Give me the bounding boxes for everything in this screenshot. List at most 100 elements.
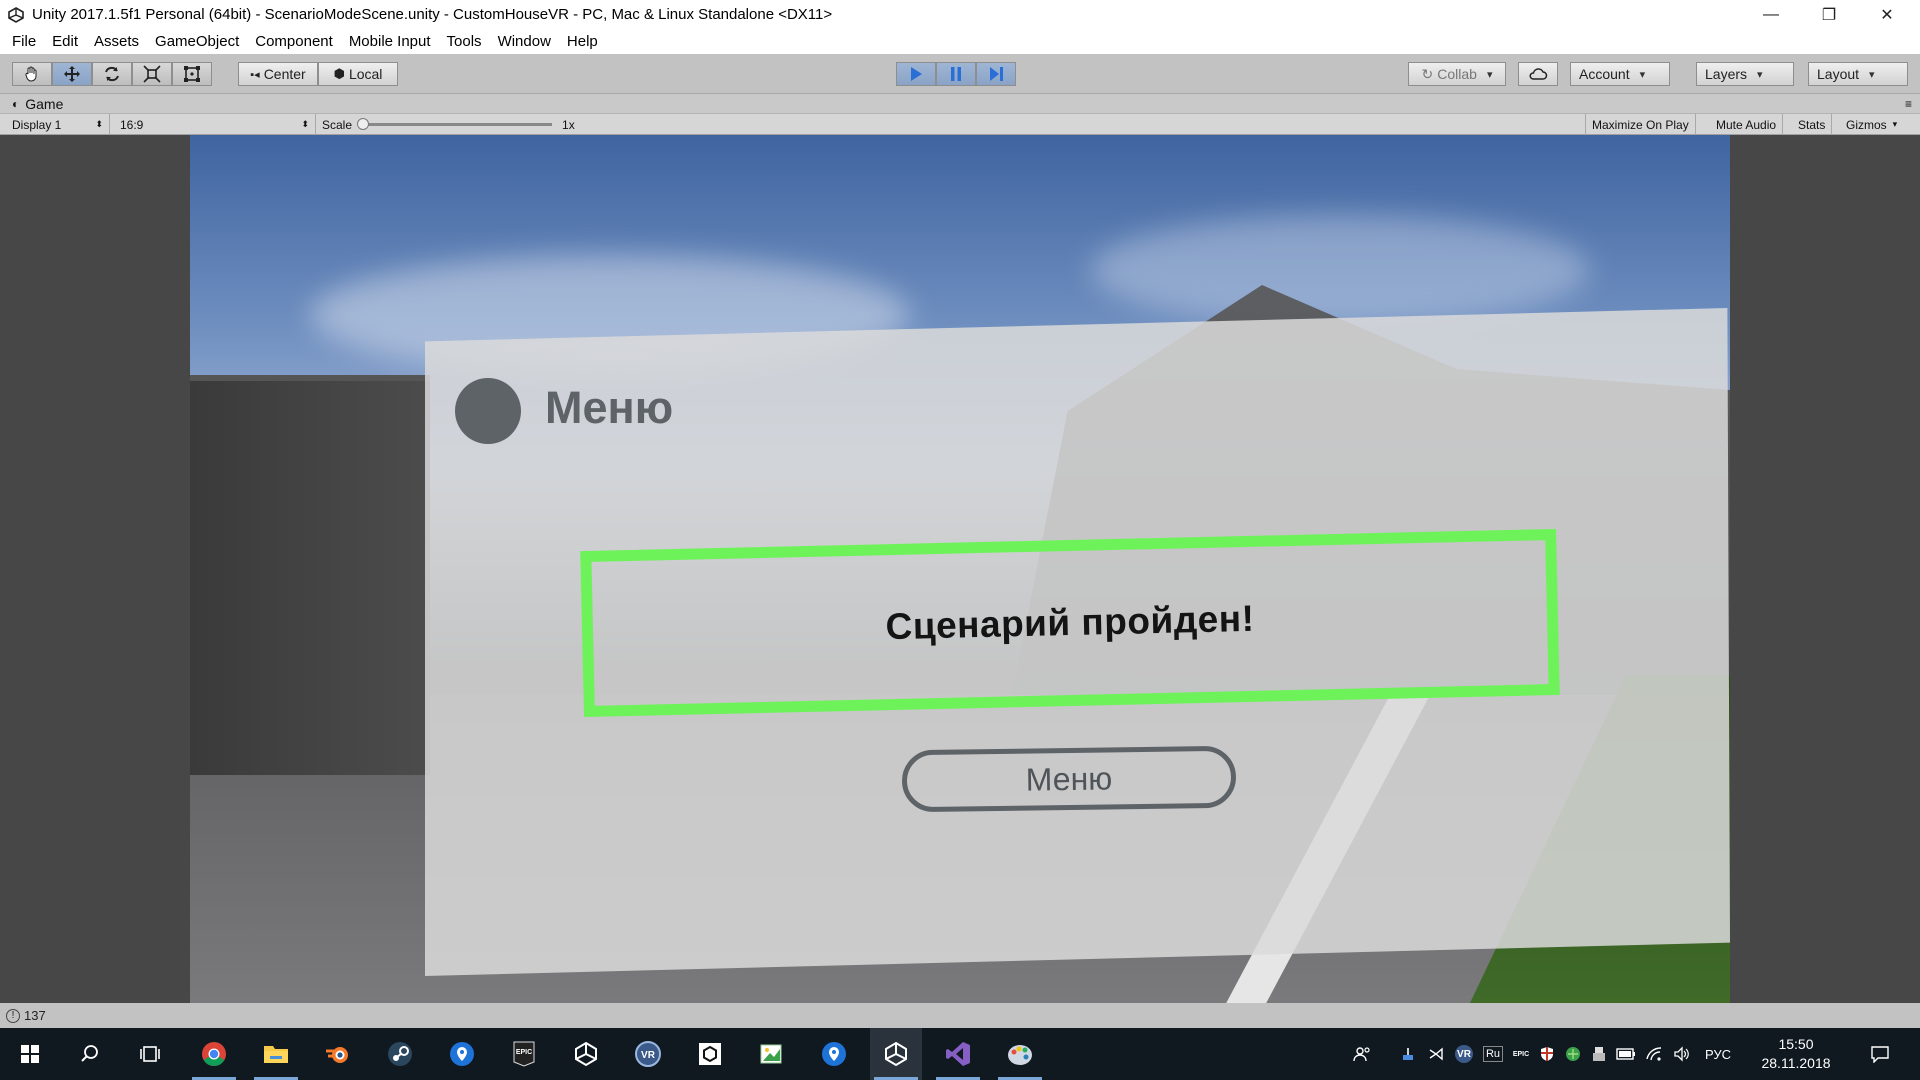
menu-component[interactable]: Component [247,33,341,50]
tab-menu-icon[interactable]: ≡ [1905,97,1912,111]
minimize-button[interactable]: — [1742,0,1800,29]
toolbar: ▪◂ Center ⬢ Local ↻ Collab Account Layer… [0,54,1920,94]
rotate-tool-button[interactable] [92,62,132,86]
gizmos-dropdown[interactable]: Gizmos ▾ [1840,114,1903,135]
cube-icon: ⬢ [333,66,345,81]
action-center-button[interactable] [1862,1028,1898,1080]
menu-circle-icon [455,378,521,444]
account-label: Account [1579,66,1630,82]
stats-toggle[interactable]: Stats [1792,114,1833,135]
steam-icon [388,1042,412,1066]
hand-icon [25,66,37,82]
console-count[interactable]: 137 [24,1008,46,1023]
pivot-center-icon: ▪◂ [250,68,260,81]
move-icon [64,66,80,82]
taskbar-blender[interactable] [312,1028,364,1080]
taskbar-unity[interactable] [560,1028,612,1080]
unity-logo-icon [6,5,26,25]
pause-button[interactable] [936,62,976,86]
vr-icon-text: VR [641,1050,656,1061]
display-dropdown[interactable]: Display 1 ⬍ [6,114,110,135]
close-button[interactable]: ✕ [1858,0,1916,29]
pivot-center-button[interactable]: ▪◂ Center [238,62,318,86]
taskbar-file-explorer[interactable] [250,1028,302,1080]
tray-volume-icon[interactable] [1670,1028,1694,1080]
maximize-on-play-toggle[interactable]: Maximize On Play [1585,114,1696,135]
tray-language-ru[interactable]: Ru [1480,1028,1506,1080]
tray-vr-label: VR [1455,1045,1473,1063]
info-icon: ! [6,1008,20,1023]
layers-dropdown[interactable]: Layers [1696,62,1794,86]
taskbar-unity-hub[interactable] [684,1028,736,1080]
tray-clock[interactable]: 15:50 28.11.2018 [1746,1028,1846,1080]
start-button[interactable] [4,1028,56,1080]
tray-wifi-icon[interactable] [1642,1028,1666,1080]
taskbar-steam[interactable] [374,1028,426,1080]
tray-usb-icon[interactable] [1588,1028,1610,1080]
scale-control: Scale 1x [316,114,586,135]
play-icon [911,67,922,81]
menu-window[interactable]: Window [490,33,559,50]
unity-editor-icon [885,1041,907,1067]
menu-tools[interactable]: Tools [439,33,490,50]
task-view-button[interactable] [124,1028,176,1080]
tray-epic-icon[interactable]: EPIC [1510,1028,1532,1080]
taskbar-vr[interactable]: VR [622,1028,674,1080]
tray-input-language[interactable]: РУС [1700,1028,1736,1080]
tray-vr-icon[interactable]: VR [1452,1028,1476,1080]
mute-audio-label: Mute Audio [1716,117,1777,132]
scale-icon [143,65,161,83]
collab-dropdown[interactable]: ↻ Collab [1408,62,1506,86]
play-button[interactable] [896,62,936,86]
step-button[interactable] [976,62,1016,86]
taskbar-maps-2[interactable] [808,1028,860,1080]
rect-tool-button[interactable] [172,62,212,86]
pause-icon [951,67,961,81]
move-tool-button[interactable] [52,62,92,86]
menu-assets[interactable]: Assets [86,33,147,50]
game-tab-icon: ◐ [12,96,20,111]
menu-help[interactable]: Help [559,33,606,50]
tray-epic-label: EPIC [1512,1050,1530,1058]
maps-icon [450,1042,474,1066]
pivot-local-button[interactable]: ⬢ Local [318,62,398,86]
taskbar: EPIC VR VR Ru EPIC РУС 15:50 28.11.2018 [0,1028,1920,1080]
menu-edit[interactable]: Edit [44,33,86,50]
status-bar: ! 137 [0,1003,1920,1028]
hand-tool-button[interactable] [12,62,52,86]
layout-dropdown[interactable]: Layout [1808,62,1908,86]
aspect-dropdown[interactable]: 16:9 ⬍ [114,114,316,135]
tray-green-app-icon[interactable] [1562,1028,1584,1080]
taskbar-paint[interactable] [746,1028,798,1080]
mute-audio-toggle[interactable]: Mute Audio [1710,114,1784,135]
rect-transform-icon [184,66,200,82]
taskbar-epic-games[interactable]: EPIC [498,1028,550,1080]
taskbar-unity-editor[interactable] [870,1028,922,1080]
taskbar-maps[interactable] [436,1028,488,1080]
tray-shield-icon[interactable] [1536,1028,1558,1080]
menu-gameobject[interactable]: GameObject [147,33,247,50]
restore-button[interactable]: ❐ [1800,0,1858,29]
taskbar-paint-3d[interactable] [994,1028,1046,1080]
tray-network-share-icon[interactable] [1396,1028,1420,1080]
scale-tool-button[interactable] [132,62,172,86]
game-tab-title[interactable]: Game [25,96,63,112]
menu-file[interactable]: File [4,33,44,50]
tray-visual-studio-icon[interactable] [1424,1028,1448,1080]
search-button[interactable] [64,1028,116,1080]
menu-button[interactable]: Меню [901,745,1237,813]
taskbar-visual-studio[interactable] [932,1028,984,1080]
cloud [1090,215,1590,325]
cloud-button[interactable] [1518,62,1558,86]
epic-games-icon: EPIC [513,1041,535,1067]
clock-date: 28.11.2018 [1761,1055,1831,1071]
people-icon[interactable] [1348,1028,1376,1080]
game-tab-header: ◐ Game ≡ [0,94,1920,113]
account-dropdown[interactable]: Account [1570,62,1670,86]
scale-slider[interactable] [357,118,553,130]
panel-title: Меню [545,382,674,433]
taskbar-chrome[interactable] [188,1028,240,1080]
menu-mobile-input[interactable]: Mobile Input [341,33,439,50]
scale-slider-thumb[interactable] [357,118,370,130]
tray-battery-icon[interactable] [1614,1028,1638,1080]
